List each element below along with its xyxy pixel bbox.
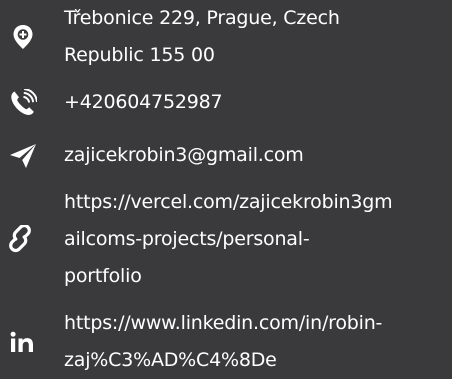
website-url[interactable]: https://vercel.com/zajicekrobin3gm ailco…	[64, 184, 452, 295]
contact-address: Třebonice 229, Prague, Czech Republic 15…	[0, 0, 452, 80]
contact-list: Třebonice 229, Prague, Czech Republic 15…	[0, 0, 452, 372]
linkedin-icon	[6, 323, 40, 360]
address-line-2: Republic 155 00	[64, 44, 215, 66]
contact-linkedin[interactable]: https://www.linkedin.com/in/robin- zaj%C…	[0, 305, 452, 379]
linkedin-url[interactable]: https://www.linkedin.com/in/robin- zaj%C…	[64, 305, 452, 379]
email-address[interactable]: zajicekrobin3@gmail.com	[64, 137, 452, 174]
contact-phone[interactable]: +420604752987	[0, 84, 452, 121]
contact-website[interactable]: https://vercel.com/zajicekrobin3gm ailco…	[0, 184, 452, 295]
location-pin-icon	[6, 0, 40, 74]
phone-ringing-icon	[6, 84, 40, 121]
address-text: Třebonice 229, Prague, Czech Republic 15…	[64, 0, 452, 74]
phone-number[interactable]: +420604752987	[64, 84, 452, 121]
link-icon	[6, 221, 40, 258]
contact-email[interactable]: zajicekrobin3@gmail.com	[0, 137, 452, 174]
address-line-1: Třebonice 229, Prague, Czech	[64, 7, 340, 29]
paper-plane-icon	[6, 137, 40, 174]
